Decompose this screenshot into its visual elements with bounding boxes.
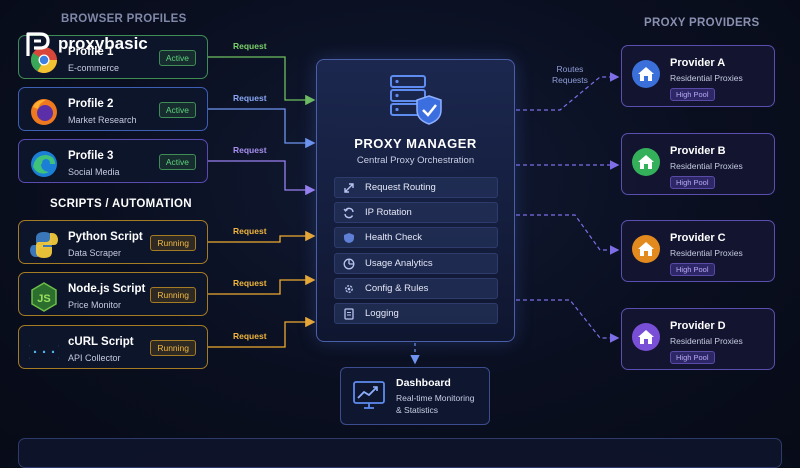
browser-profiles-title: BROWSER PROFILES — [61, 13, 187, 25]
profile-2-title: Profile 2 — [68, 98, 114, 110]
rotation-icon — [343, 207, 354, 219]
request-label-2: Request — [233, 93, 267, 103]
gear-icon — [345, 285, 353, 293]
bottom-panel — [18, 438, 782, 468]
pie-chart-icon — [343, 258, 355, 270]
monitor-chart-icon — [353, 381, 385, 409]
dashboard-title: Dashboard — [396, 377, 451, 389]
proxy-manager-panel: PROXY MANAGER Central Proxy Orchestratio… — [316, 59, 515, 342]
routes-label-line-2: Requests — [552, 75, 588, 85]
provider-a-pool-badge: High Pool — [670, 88, 715, 101]
line-script-1 — [208, 230, 316, 243]
house-icon — [632, 323, 660, 351]
profile-2-status-badge: Active — [158, 102, 196, 118]
script-2-subtitle: Price Monitor — [68, 300, 122, 310]
curl-icon: {···} — [29, 344, 59, 361]
provider-d-subtitle: Residential Proxies — [670, 336, 743, 346]
profile-3-title: Profile 3 — [68, 150, 114, 162]
svg-text:JS: JS — [37, 293, 50, 305]
provider-b-pool-badge: High Pool — [670, 176, 715, 189]
profile-card-2[interactable]: Profile 2 Market Research Active — [18, 87, 208, 131]
feature-label: Config & Rules — [365, 283, 429, 294]
script-card-2[interactable]: JS Node.js Script Price Monitor Running — [18, 272, 208, 316]
line-provider-c — [516, 214, 620, 255]
request-label-3: Request — [233, 145, 267, 155]
brand-name: proxybasic — [58, 34, 148, 53]
feature-usage-analytics[interactable]: Usage Analytics — [334, 253, 498, 274]
request-label-6: Request — [233, 331, 267, 341]
routes-requests-label: Routes Requests — [552, 64, 588, 86]
python-icon — [30, 232, 58, 258]
feature-health-check[interactable]: Health Check — [334, 227, 498, 248]
proxybasic-logo-icon — [26, 32, 50, 56]
script-card-1[interactable]: Python Script Data Scraper Running — [18, 220, 208, 264]
script-3-status-badge: Running — [150, 340, 196, 356]
routes-label-line-1: Routes — [556, 64, 584, 74]
house-icon — [632, 148, 660, 176]
provider-c-subtitle: Residential Proxies — [670, 248, 743, 258]
house-icon — [632, 60, 660, 88]
feature-label: Logging — [365, 308, 399, 319]
provider-c-pool-badge: High Pool — [670, 263, 715, 276]
house-icon — [632, 235, 660, 263]
feature-logging[interactable]: Logging — [334, 303, 498, 324]
proxy-manager-subtitle: Central Proxy Orchestration — [356, 155, 475, 166]
feature-label: Health Check — [365, 232, 423, 243]
line-provider-d — [516, 299, 620, 343]
profile-3-status-badge: Active — [158, 154, 196, 170]
feature-label: Request Routing — [365, 182, 436, 193]
feature-label: Usage Analytics — [365, 258, 433, 269]
provider-a-subtitle: Residential Proxies — [670, 73, 743, 83]
line-profile-3 — [208, 160, 316, 196]
script-1-subtitle: Data Scraper — [68, 248, 122, 258]
scripts-title: SCRIPTS / AUTOMATION — [50, 198, 192, 210]
script-card-3[interactable]: {···} cURL Script API Collector Running — [18, 325, 208, 369]
script-3-subtitle: API Collector — [68, 353, 121, 363]
server-shield-icon — [390, 75, 442, 125]
routing-icon — [344, 183, 354, 193]
profile-2-subtitle: Market Research — [68, 115, 137, 125]
request-label-4: Request — [233, 226, 267, 236]
dashboard-card[interactable]: Dashboard Real-time Monitoring & Statist… — [340, 367, 490, 425]
provider-c-title: Provider C — [670, 232, 726, 244]
shield-icon — [344, 233, 354, 243]
provider-card-d[interactable]: Provider D Residential Proxies High Pool — [621, 308, 775, 370]
provider-b-title: Provider B — [670, 145, 726, 157]
log-icon — [344, 308, 354, 320]
profile-1-status-badge: Active — [158, 50, 196, 66]
providers-title: PROXY PROVIDERS — [644, 17, 760, 29]
provider-card-b[interactable]: Provider B Residential Proxies High Pool — [621, 133, 775, 195]
provider-d-title: Provider D — [670, 320, 726, 332]
profile-3-subtitle: Social Media — [68, 167, 120, 177]
profile-card-3[interactable]: Profile 3 Social Media Active — [18, 139, 208, 183]
request-label-1: Request — [233, 41, 267, 51]
edge-icon — [31, 151, 57, 177]
provider-card-c[interactable]: Provider C Residential Proxies High Pool — [621, 220, 775, 282]
nodejs-icon: JS — [31, 282, 57, 312]
feature-request-routing[interactable]: Request Routing — [334, 177, 498, 198]
feature-label: IP Rotation — [365, 207, 412, 218]
profile-1-subtitle: E-commerce — [68, 63, 120, 73]
dashboard-line-1: Real-time Monitoring — [396, 393, 475, 403]
provider-b-subtitle: Residential Proxies — [670, 161, 743, 171]
request-label-5: Request — [233, 278, 267, 288]
dashboard-line-2: & Statistics — [396, 405, 439, 415]
firefox-icon — [31, 99, 57, 125]
script-2-title: Node.js Script — [68, 283, 146, 295]
brand-logo: proxybasic — [24, 30, 148, 58]
script-1-title: Python Script — [68, 231, 143, 243]
proxy-manager-title: PROXY MANAGER — [354, 136, 477, 151]
script-2-status-badge: Running — [150, 287, 196, 303]
line-profile-2 — [208, 108, 316, 149]
script-3-title: cURL Script — [68, 336, 134, 348]
provider-a-title: Provider A — [670, 57, 726, 69]
provider-d-pool-badge: High Pool — [670, 351, 715, 364]
feature-ip-rotation[interactable]: IP Rotation — [334, 202, 498, 223]
feature-config-rules[interactable]: Config & Rules — [334, 278, 498, 299]
svg-text:{···}: {···} — [29, 344, 59, 361]
provider-card-a[interactable]: Provider A Residential Proxies High Pool — [621, 45, 775, 107]
script-1-status-badge: Running — [150, 235, 196, 251]
